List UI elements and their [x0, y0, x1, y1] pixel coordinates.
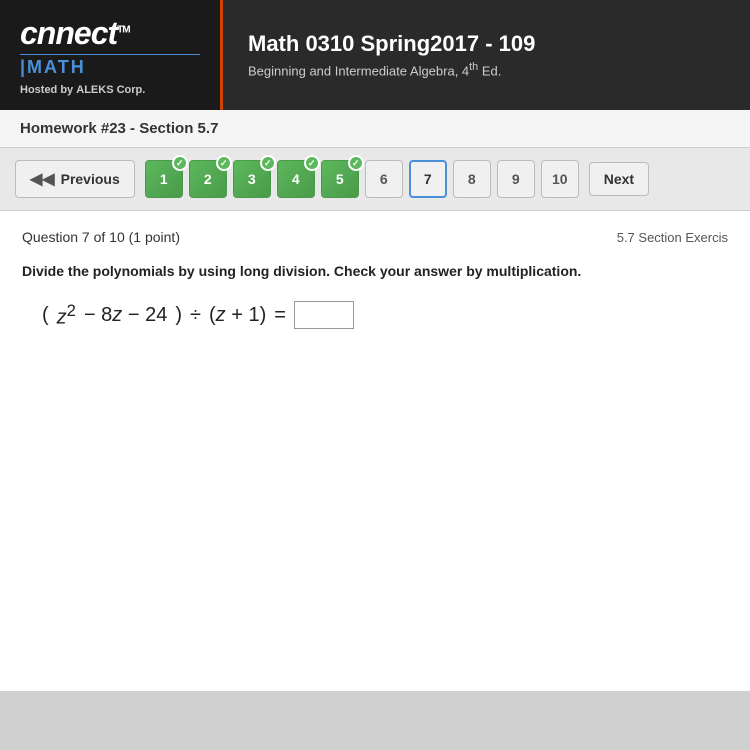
page-number-7: 7 — [424, 171, 432, 187]
logo-math: |MATH — [20, 54, 200, 78]
logo-tm: TM — [117, 24, 129, 35]
logo-c: c — [20, 15, 37, 51]
page-button-7[interactable]: 7 — [409, 160, 447, 198]
page-number-3: 3 — [248, 171, 256, 187]
page-button-5[interactable]: 5 ✓ — [321, 160, 359, 198]
check-icon-2: ✓ — [216, 155, 232, 171]
page-button-1[interactable]: 1 ✓ — [145, 160, 183, 198]
page-button-2[interactable]: 2 ✓ — [189, 160, 227, 198]
logo-onnect: nnect — [37, 15, 117, 51]
page-number-1: 1 — [160, 171, 168, 187]
course-section: Math 0310 Spring2017 - 109 Beginning and… — [220, 0, 750, 110]
page-button-3[interactable]: 3 ✓ — [233, 160, 271, 198]
previous-label: Previous — [61, 171, 120, 187]
page-number-5: 5 — [336, 171, 344, 187]
page-button-8[interactable]: 8 — [453, 160, 491, 198]
math-z-squared: z2 — [57, 301, 76, 330]
page-number-10: 10 — [552, 171, 568, 187]
math-divisor: (z + 1) — [209, 304, 266, 327]
question-instruction: Divide the polynomials by using long div… — [22, 263, 728, 279]
question-header: Question 7 of 10 (1 point) 5.7 Section E… — [22, 229, 728, 245]
math-equals: = — [274, 304, 286, 327]
page-button-9[interactable]: 9 — [497, 160, 535, 198]
previous-button[interactable]: ◀◀ Previous — [15, 160, 135, 198]
page-button-10[interactable]: 10 — [541, 160, 579, 198]
page-button-6[interactable]: 6 — [365, 160, 403, 198]
section-reference: 5.7 Section Exercis — [617, 230, 728, 245]
page-number-9: 9 — [512, 171, 520, 187]
check-icon-3: ✓ — [260, 155, 276, 171]
question-info: Question 7 of 10 (1 point) — [22, 229, 180, 245]
page-number-4: 4 — [292, 171, 300, 187]
math-minus1: − 8z − 24 — [84, 304, 167, 327]
math-left-paren: ( — [42, 304, 49, 327]
next-label: Next — [604, 171, 634, 187]
check-icon-5: ✓ — [348, 155, 364, 171]
course-subtitle: Beginning and Intermediate Algebra, 4th … — [248, 61, 725, 78]
logo-hosted: Hosted by ALEKS Corp. — [20, 84, 200, 96]
answer-input[interactable] — [294, 301, 354, 329]
page-button-4[interactable]: 4 ✓ — [277, 160, 315, 198]
check-icon-4: ✓ — [304, 155, 320, 171]
page-number-6: 6 — [380, 171, 388, 187]
navigation-row: ◀◀ Previous 1 ✓ 2 ✓ 3 ✓ 4 ✓ 5 ✓ 6 7 8 9 … — [0, 148, 750, 211]
logo-connect: cnnectTM — [20, 15, 200, 52]
math-div: ÷ — [190, 304, 201, 327]
homework-bar: Homework #23 - Section 5.7 — [0, 110, 750, 148]
homework-label: Homework #23 - Section 5.7 — [20, 120, 218, 137]
app-header: cnnectTM |MATH Hosted by ALEKS Corp. Mat… — [0, 0, 750, 110]
next-button[interactable]: Next — [589, 162, 649, 196]
course-title: Math 0310 Spring2017 - 109 — [248, 31, 725, 57]
previous-arrow-icon: ◀◀ — [30, 169, 55, 189]
math-right-paren: ) — [175, 304, 182, 327]
logo-section: cnnectTM |MATH Hosted by ALEKS Corp. — [0, 0, 220, 110]
page-number-8: 8 — [468, 171, 476, 187]
math-expression: ( z2 − 8z − 24 ) ÷ (z + 1) = — [42, 301, 728, 330]
content-area: Question 7 of 10 (1 point) 5.7 Section E… — [0, 211, 750, 691]
check-icon-1: ✓ — [172, 155, 188, 171]
page-number-2: 2 — [204, 171, 212, 187]
